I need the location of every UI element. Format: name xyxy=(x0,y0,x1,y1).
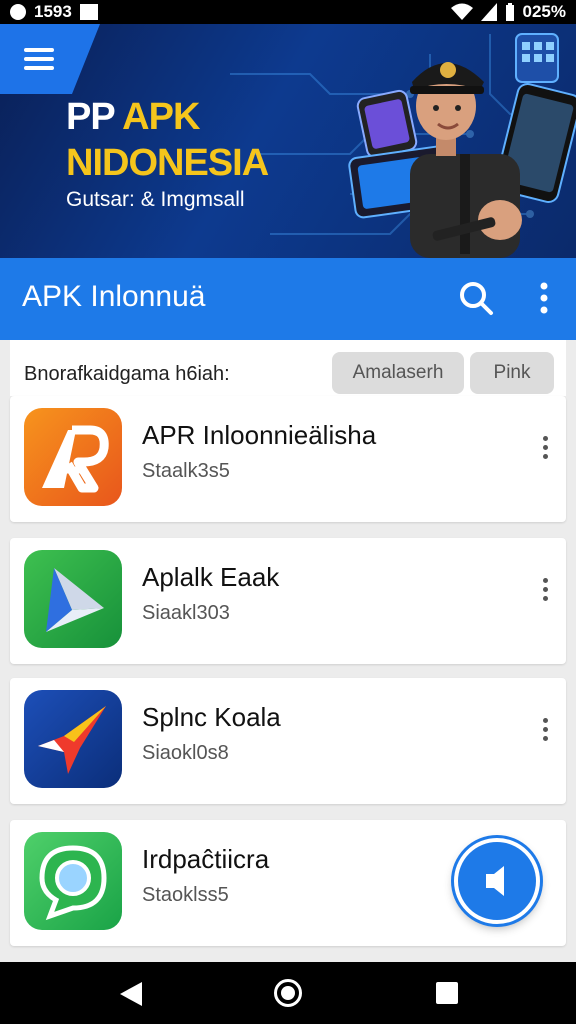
home-icon[interactable] xyxy=(274,979,302,1007)
item-more-icon[interactable] xyxy=(538,578,552,608)
app-list-item[interactable]: APR Inloonnieälisha Staalk3s5 xyxy=(10,396,566,522)
play-arrow-app-icon xyxy=(24,550,122,648)
notification-icon xyxy=(10,4,26,20)
system-nav-bar xyxy=(0,962,576,1024)
app-subtitle: Siaakl303 xyxy=(142,602,230,624)
battery-level: 025% xyxy=(522,2,566,21)
signal-icon xyxy=(480,3,497,21)
app-subtitle: Siaokl0s8 xyxy=(142,742,229,764)
status-left-text: 1593 xyxy=(34,2,72,21)
banner-title-prefix: PP xyxy=(66,96,115,138)
banner-title-line1: PP APK xyxy=(66,96,200,139)
app-name: Irdpaĉtiicra xyxy=(142,844,270,874)
top-app-bar: APK Inlonnuä xyxy=(0,258,576,340)
app-subtitle: Staalk3s5 xyxy=(142,460,230,482)
back-icon[interactable] xyxy=(120,982,142,1006)
mascot-illustration xyxy=(348,33,576,258)
speaker-icon xyxy=(486,866,504,896)
app-list-item[interactable]: Aplalk Eaak Siaakl303 xyxy=(10,538,566,664)
banner-title-accent: APK xyxy=(122,96,200,138)
app-name: Aplalk Eaak xyxy=(142,562,280,592)
app-notification-icon xyxy=(79,4,98,20)
filter-label: Bnorafkaidgama h6iah: xyxy=(24,363,230,385)
app-name: APR Inloonnieälisha xyxy=(142,420,377,450)
app-subtitle: Staoklss5 xyxy=(142,884,229,906)
banner-title-line2: NIDONESIA xyxy=(66,142,269,184)
filter-chip-2[interactable]: Pink xyxy=(470,352,554,394)
hamburger-icon xyxy=(24,48,54,75)
wifi-icon xyxy=(450,3,473,20)
battery-icon xyxy=(505,3,514,21)
filter-chip-1[interactable]: Amalaserh xyxy=(332,352,464,394)
more-vert-icon[interactable] xyxy=(532,280,556,316)
app-name: Splnc Koala xyxy=(142,702,281,732)
filter-row: Bnorafkaidgama h6iah: Amalaserh Pink xyxy=(10,340,566,396)
floating-action-button[interactable] xyxy=(454,838,540,924)
rocket-app-icon xyxy=(24,690,122,788)
chat-bubble-app-icon xyxy=(24,832,122,930)
item-more-icon[interactable] xyxy=(538,718,552,748)
banner-tagline: Gutsar: & Imgmsall xyxy=(66,188,245,211)
hero-banner: PP APK NIDONESIA Gutsar: & Imgmsall xyxy=(0,24,576,258)
search-icon[interactable] xyxy=(458,280,494,316)
menu-button[interactable] xyxy=(0,24,100,94)
apr-app-icon xyxy=(24,408,122,506)
recents-icon[interactable] xyxy=(436,982,458,1004)
item-more-icon[interactable] xyxy=(538,436,552,466)
app-list-item[interactable]: Splnc Koala Siaokl0s8 xyxy=(10,678,566,804)
status-bar: 1593 025% xyxy=(0,0,576,24)
app-bar-title: APK Inlonnuä xyxy=(22,280,206,313)
